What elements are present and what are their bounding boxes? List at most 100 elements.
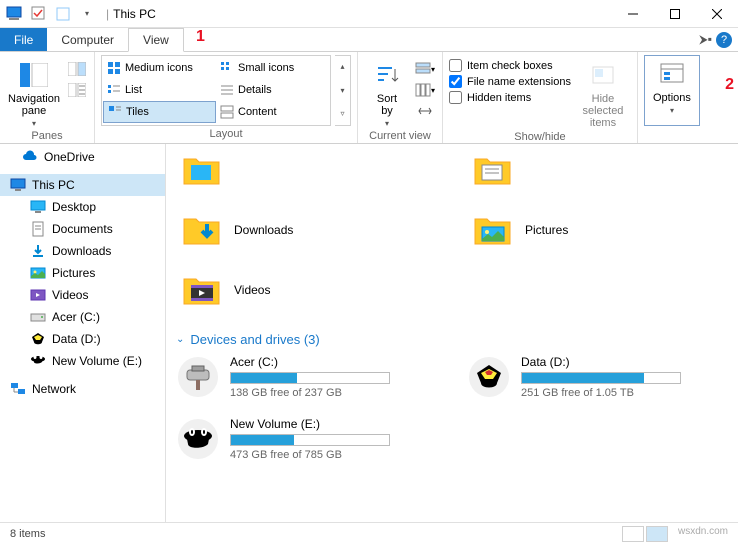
window-title: This PC [113, 7, 156, 21]
nav-videos[interactable]: Videos [0, 284, 165, 306]
drive-d[interactable]: Data (D:) 251 GB free of 1.05 TB [467, 355, 728, 399]
item-checkboxes-toggle[interactable]: Item check boxes [449, 59, 571, 72]
desktop-icon [30, 199, 46, 215]
ribbon-group-showhide: Item check boxes File name extensions Hi… [443, 52, 638, 143]
ribbon-group-panes: Navigation pane Panes [0, 52, 95, 143]
nav-downloads[interactable]: Downloads [0, 240, 165, 262]
qat-dropdown-icon[interactable]: ▾ [76, 3, 98, 25]
options-label: Options [653, 92, 691, 104]
drive-icon [30, 331, 46, 347]
hide-selected-button[interactable]: Hide selected items [575, 55, 631, 129]
main-pane[interactable]: Downloads Pictures Videos ⌄ Devices and … [166, 144, 738, 522]
layout-gallery-scroll[interactable]: ▴▾▿ [335, 55, 351, 126]
folders-section: Downloads Pictures Videos [176, 144, 728, 316]
folder-cut-top2[interactable] [467, 144, 728, 196]
hidden-items-toggle[interactable]: Hidden items [449, 91, 571, 104]
folder-videos[interactable]: Videos [176, 264, 437, 316]
status-item-count: 8 items [10, 528, 45, 540]
tab-view[interactable]: View [128, 28, 184, 52]
drive-icon [30, 309, 46, 325]
navigation-pane-label: Navigation pane [8, 93, 60, 117]
file-extensions-toggle[interactable]: File name extensions [449, 75, 571, 88]
help-icon[interactable]: ? [716, 32, 732, 48]
status-bar: 8 items wsxdn.com [0, 522, 738, 544]
drive-c[interactable]: Acer (C:) 138 GB free of 237 GB [176, 355, 437, 399]
drive-e-bar [230, 434, 390, 446]
nav-onedrive[interactable]: OneDrive [0, 146, 165, 168]
layout-details[interactable]: Details [216, 79, 329, 101]
drives-section: Acer (C:) 138 GB free of 237 GB Data (D:… [176, 355, 728, 461]
window-controls [612, 0, 738, 28]
pc-icon [10, 177, 26, 193]
ribbon: Navigation pane Panes Medium icons Small… [0, 52, 738, 144]
drive-icon [30, 353, 46, 369]
size-columns-button[interactable] [414, 101, 436, 121]
drive-d-icon [467, 355, 511, 399]
qat-new-folder-icon[interactable] [52, 3, 74, 25]
devices-drives-header[interactable]: ⌄ Devices and drives (3) [176, 332, 728, 347]
annotation-2: 2 [725, 76, 734, 94]
nav-pictures[interactable]: Pictures [0, 262, 165, 284]
ribbon-group-layout-label: Layout [101, 126, 351, 143]
layout-medium-icons[interactable]: Medium icons [103, 57, 216, 79]
drive-e[interactable]: New Volume (E:) 473 GB free of 785 GB [176, 417, 437, 461]
layout-gallery[interactable]: Medium icons Small icons List Details Ti… [101, 55, 331, 126]
layout-content[interactable]: Content [216, 101, 329, 123]
tab-computer[interactable]: Computer [47, 28, 128, 51]
nav-thispc[interactable]: This PC [0, 174, 165, 196]
documents-icon [30, 221, 46, 237]
nav-acer-c[interactable]: Acer (C:) [0, 306, 165, 328]
cloud-icon [22, 149, 38, 165]
folder-pictures[interactable]: Pictures [467, 204, 728, 256]
quick-access-toolbar: ▾ [0, 3, 102, 25]
downloads-folder-icon [180, 208, 224, 252]
layout-list[interactable]: List [103, 79, 216, 101]
preview-pane-button[interactable] [66, 59, 88, 79]
sort-by-label: Sort by [377, 93, 397, 117]
add-columns-button[interactable]: ▾ [414, 80, 436, 100]
maximize-button[interactable] [654, 0, 696, 28]
navigation-pane-icon [18, 59, 50, 91]
folder-downloads[interactable]: Downloads [176, 204, 437, 256]
minimize-button[interactable] [612, 0, 654, 28]
ribbon-minimize-icon[interactable]: ⮞▪ [699, 32, 712, 47]
ribbon-group-panes-label: Panes [6, 128, 88, 145]
hide-selected-icon [587, 59, 619, 91]
qat-properties-icon[interactable] [28, 3, 50, 25]
tab-file[interactable]: File [0, 28, 47, 51]
large-icons-view-button[interactable] [646, 526, 668, 542]
ribbon-group-showhide-label: Show/hide [449, 129, 631, 146]
drive-e-icon [176, 417, 220, 461]
drive-c-bar [230, 372, 390, 384]
nav-documents[interactable]: Documents [0, 218, 165, 240]
watermark: wsxdn.com [678, 526, 728, 542]
folder-cut-top1[interactable] [176, 144, 437, 196]
group-by-button[interactable]: ▾ [414, 59, 436, 79]
ribbon-group-currentview: Sort by ▾ ▾ Current view [358, 52, 443, 143]
nav-desktop[interactable]: Desktop [0, 196, 165, 218]
title-bar: ▾ | This PC [0, 0, 738, 28]
layout-small-icons[interactable]: Small icons [216, 57, 329, 79]
pictures-icon [30, 265, 46, 281]
options-button[interactable]: Options [644, 55, 700, 126]
annotation-1: 1 [196, 28, 205, 46]
title-separator: | [106, 7, 109, 21]
close-button[interactable] [696, 0, 738, 28]
layout-tiles[interactable]: Tiles [103, 101, 216, 123]
nav-newvol-e[interactable]: New Volume (E:) [0, 350, 165, 372]
hide-selected-label: Hide selected items [575, 93, 631, 129]
content-area: OneDrive This PC Desktop Documents Downl… [0, 144, 738, 522]
options-icon [656, 58, 688, 90]
ribbon-group-options: Options [638, 52, 706, 143]
details-pane-button[interactable] [66, 80, 88, 100]
folder-icon [180, 148, 224, 192]
nav-network[interactable]: Network [0, 378, 165, 400]
nav-data-d[interactable]: Data (D:) [0, 328, 165, 350]
details-view-button[interactable] [622, 526, 644, 542]
sort-by-button[interactable]: Sort by [364, 55, 410, 128]
drive-d-bar [521, 372, 681, 384]
folder-icon [471, 148, 515, 192]
navigation-pane-button[interactable]: Navigation pane [6, 55, 62, 128]
network-icon [10, 381, 26, 397]
app-icon [4, 3, 26, 25]
